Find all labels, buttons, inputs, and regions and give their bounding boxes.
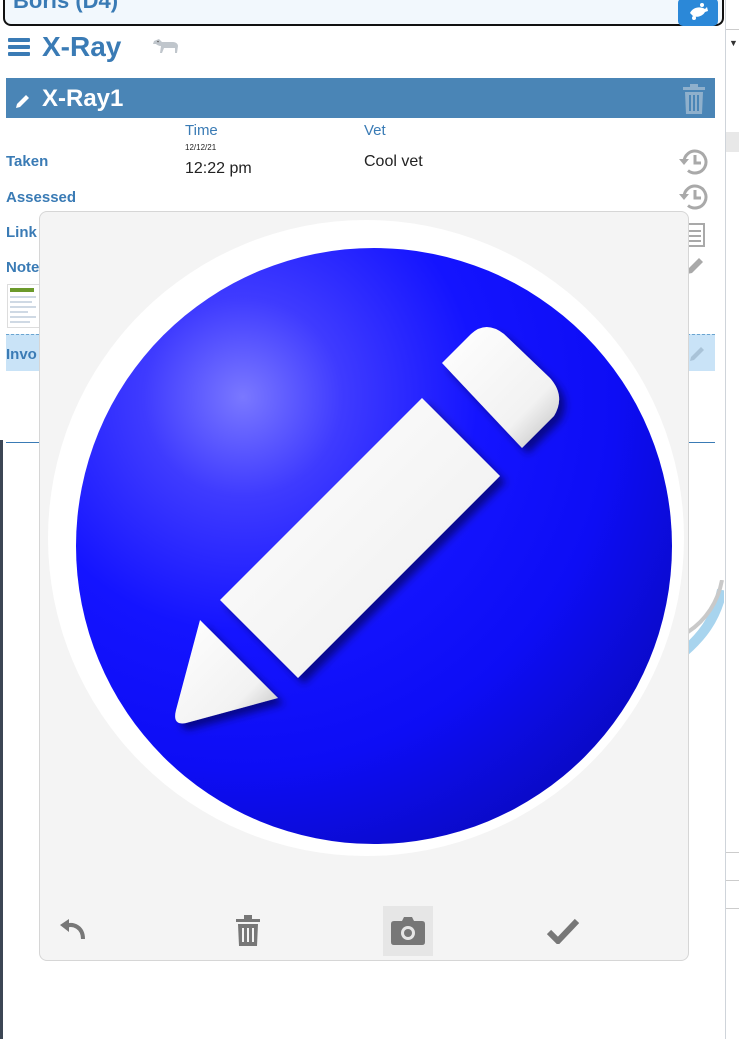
record-title: X-Ray1 bbox=[42, 85, 124, 112]
page-title: X-Ray bbox=[42, 31, 122, 62]
pencil-icon bbox=[76, 248, 672, 849]
xray-thumbnail[interactable] bbox=[7, 284, 40, 328]
link-label: Link bbox=[6, 224, 37, 241]
record-header-bar: X-Ray1 bbox=[6, 78, 715, 118]
taken-label: Taken bbox=[6, 153, 49, 170]
taken-vet: Cool vet bbox=[364, 153, 423, 170]
image-editor-dialog bbox=[39, 211, 689, 961]
vet-column-header: Vet bbox=[364, 122, 386, 139]
side-divider bbox=[726, 880, 739, 881]
invoice-edit-icon[interactable] bbox=[687, 344, 707, 369]
notes-label: Note bbox=[6, 259, 40, 276]
background-window-edge bbox=[0, 440, 3, 1039]
app-logo-icon[interactable] bbox=[678, 0, 718, 26]
taken-time: 12:22 pm bbox=[185, 160, 252, 177]
menu-icon[interactable] bbox=[8, 36, 30, 58]
side-divider bbox=[726, 852, 739, 853]
undo-icon[interactable] bbox=[48, 906, 98, 956]
right-side-panel: ▼ bbox=[725, 0, 739, 1039]
patient-bar: Boris (D4) bbox=[3, 0, 724, 26]
camera-icon[interactable] bbox=[383, 906, 433, 956]
patient-name[interactable]: Boris (D4) bbox=[13, 0, 118, 14]
edit-pencil-icon[interactable] bbox=[14, 92, 32, 115]
side-chevron-down-icon[interactable]: ▼ bbox=[729, 38, 738, 48]
taken-history-icon[interactable] bbox=[676, 146, 710, 183]
trash-icon[interactable] bbox=[223, 906, 273, 956]
time-column-header: Time bbox=[185, 122, 218, 139]
dialog-toolbar bbox=[40, 902, 690, 958]
delete-record-trash-icon[interactable] bbox=[683, 84, 705, 119]
side-panel-block bbox=[726, 132, 739, 152]
side-panel-tab[interactable] bbox=[726, 0, 739, 30]
page-header: X-Ray bbox=[8, 30, 181, 64]
invoice-label: Invo bbox=[6, 346, 37, 363]
dog-icon bbox=[151, 34, 181, 61]
image-border bbox=[48, 220, 684, 856]
check-icon[interactable] bbox=[538, 906, 588, 956]
assessed-label: Assessed bbox=[6, 189, 77, 206]
side-divider bbox=[726, 908, 739, 909]
taken-date: 12/12/21 bbox=[185, 143, 217, 152]
